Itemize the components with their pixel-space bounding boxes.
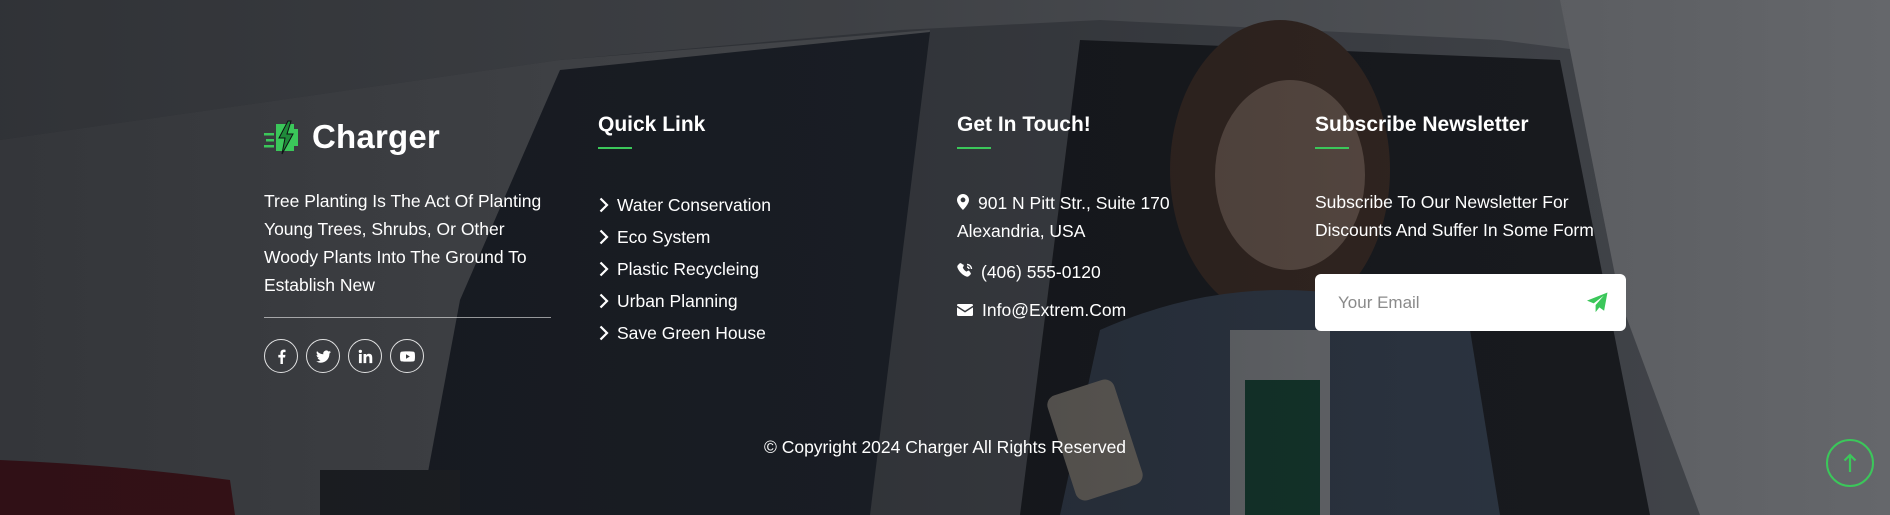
- email-address: Info@Extrem.Com: [982, 300, 1127, 320]
- newsletter-text: Subscribe To Our Newsletter For Discount…: [1315, 192, 1594, 240]
- map-pin-icon: [957, 194, 969, 210]
- chevron-right-icon: [599, 325, 609, 341]
- newsletter-heading: Subscribe Newsletter: [1315, 113, 1529, 149]
- chevron-right-icon: [599, 229, 609, 245]
- copyright-text: © Copyright 2024 Charger All Rights Rese…: [763, 437, 1127, 457]
- social-links: [264, 339, 424, 373]
- youtube-button[interactable]: [390, 339, 424, 373]
- email-row[interactable]: Info@Extrem.Com: [957, 299, 1217, 321]
- send-icon[interactable]: [1587, 292, 1608, 313]
- quick-links-list: Water Conservation Eco System Plastic Re…: [598, 189, 771, 349]
- chevron-right-icon: [599, 261, 609, 277]
- facebook-button[interactable]: [264, 339, 298, 373]
- quick-link-water-conservation[interactable]: Water Conservation: [598, 189, 771, 221]
- linkedin-button[interactable]: [348, 339, 382, 373]
- about-text: Tree Planting Is The Act Of Planting You…: [264, 191, 542, 295]
- brand-name: Charger: [312, 118, 440, 155]
- newsletter-email-input[interactable]: [1336, 291, 1580, 314]
- heading-underline: [957, 147, 991, 149]
- twitter-button[interactable]: [306, 339, 340, 373]
- contact-info: 901 N Pitt Str., Suite 170 Alexandria, U…: [957, 189, 1217, 321]
- envelope-icon: [957, 304, 973, 316]
- bolt-battery-icon: [264, 120, 298, 155]
- phone-icon: [957, 263, 973, 277]
- back-to-top-button[interactable]: [1826, 439, 1874, 487]
- get-in-touch-heading: Get In Touch!: [957, 113, 1091, 149]
- quick-link-plastic-recycleing[interactable]: Plastic Recycleing: [598, 253, 771, 285]
- chevron-right-icon: [599, 293, 609, 309]
- quick-link-urban-planning[interactable]: Urban Planning: [598, 285, 771, 317]
- quick-link-heading: Quick Link: [598, 113, 705, 149]
- linkedin-icon: [358, 349, 372, 363]
- heading-underline: [1315, 147, 1349, 149]
- address-line2: Alexandria, USA: [957, 221, 1086, 241]
- chevron-right-icon: [599, 197, 609, 213]
- heading-underline: [598, 147, 632, 149]
- divider: [264, 317, 551, 318]
- site-footer: Charger Tree Planting Is The Act Of Plan…: [0, 0, 1890, 515]
- youtube-icon: [399, 350, 415, 362]
- address-line1: 901 N Pitt Str., Suite 170: [978, 193, 1170, 213]
- facebook-icon: [277, 349, 286, 364]
- phone-number: (406) 555-0120: [981, 262, 1101, 282]
- footer-logo[interactable]: Charger: [264, 118, 440, 156]
- quick-link-save-green-house[interactable]: Save Green House: [598, 317, 771, 349]
- twitter-icon: [315, 349, 331, 363]
- phone-row[interactable]: (406) 555-0120: [957, 261, 1217, 283]
- address-row: 901 N Pitt Str., Suite 170: [957, 189, 1217, 217]
- arrow-up-icon: [1843, 453, 1857, 472]
- quick-link-eco-system[interactable]: Eco System: [598, 221, 771, 253]
- newsletter-form: [1315, 274, 1626, 331]
